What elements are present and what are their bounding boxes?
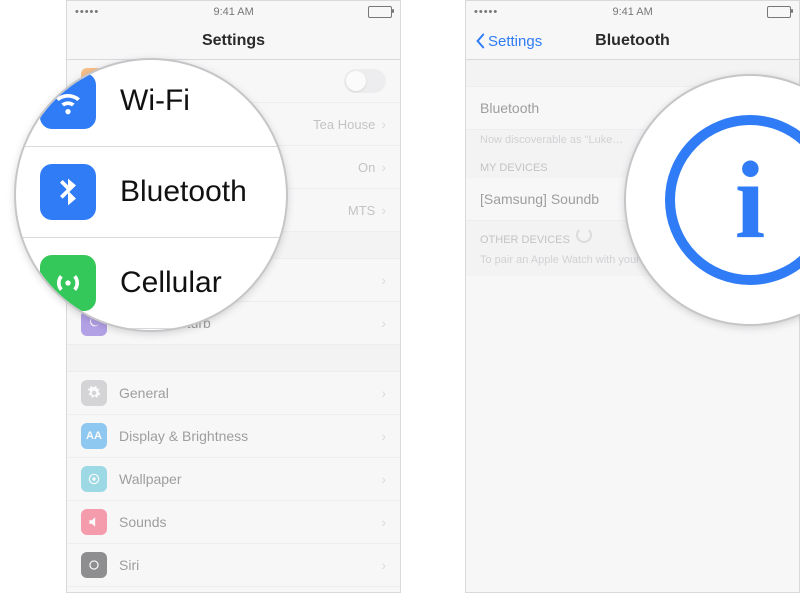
aa-icon: AA: [81, 423, 107, 449]
settings-row[interactable]: General›: [67, 372, 400, 415]
spinner-icon: [576, 227, 592, 243]
snd-icon: [81, 509, 107, 535]
row-value: MTS: [348, 203, 375, 218]
status-time: 9:41 AM: [213, 6, 253, 18]
chevron-left-icon: [474, 33, 486, 49]
settings-row[interactable]: Siri›: [67, 544, 400, 587]
bt-icon: [40, 164, 96, 220]
magnified-row: Cellular: [14, 238, 288, 329]
cell-icon: [40, 255, 96, 311]
chevron-right-icon: ›: [381, 428, 386, 444]
signal-dots: •••••: [75, 6, 99, 18]
page-title: Bluetooth: [595, 32, 670, 50]
row-label: Sounds: [119, 514, 381, 530]
magnified-label: Cellular: [120, 266, 222, 300]
row-value: On: [358, 160, 375, 175]
toggle-switch[interactable]: [344, 69, 386, 93]
row-label: General: [119, 385, 381, 401]
chevron-right-icon: ›: [381, 159, 386, 175]
row-value: Tea House: [313, 117, 375, 132]
siri-icon: [81, 552, 107, 578]
chevron-right-icon: ›: [381, 385, 386, 401]
row-label: Wallpaper: [119, 471, 381, 487]
nav-bar: Settings Bluetooth: [466, 23, 799, 60]
magnified-row: Bluetooth: [14, 147, 288, 238]
battery-icon: [767, 6, 791, 18]
back-label: Settings: [488, 33, 542, 50]
status-bar: ••••• 9:41 AM: [67, 1, 400, 23]
chevron-right-icon: ›: [381, 514, 386, 530]
status-bar: ••••• 9:41 AM: [466, 1, 799, 23]
gear-icon: [81, 380, 107, 406]
page-title: Settings: [202, 32, 265, 50]
chevron-right-icon: ›: [381, 557, 386, 573]
chevron-right-icon: ›: [381, 315, 386, 331]
status-time: 9:41 AM: [612, 6, 652, 18]
settings-row[interactable]: AA Display & Brightness›: [67, 415, 400, 458]
signal-dots: •••••: [474, 6, 498, 18]
magnifier-settings: Wi-Fi Bluetooth Cellular: [14, 58, 288, 332]
wifi-icon: [40, 73, 96, 129]
battery-icon: [368, 6, 392, 18]
nav-bar: Settings: [67, 23, 400, 60]
settings-row[interactable]: Wallpaper›: [67, 458, 400, 501]
magnified-row: Wi-Fi: [14, 58, 288, 147]
chevron-right-icon: ›: [381, 272, 386, 288]
magnified-label: Bluetooth: [120, 175, 247, 209]
row-label: Siri: [119, 557, 381, 573]
row-label: Display & Brightness: [119, 428, 381, 444]
chevron-right-icon: ›: [381, 116, 386, 132]
magnified-label: Wi-Fi: [120, 84, 190, 118]
chevron-right-icon: ›: [381, 202, 386, 218]
info-icon-zoom: i: [665, 115, 800, 285]
settings-row[interactable]: Sounds›: [67, 501, 400, 544]
chevron-right-icon: ›: [381, 471, 386, 487]
back-button[interactable]: Settings: [474, 33, 542, 50]
wall-icon: [81, 466, 107, 492]
